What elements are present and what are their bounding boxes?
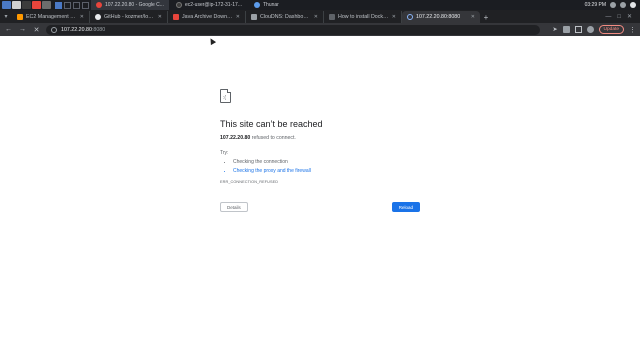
tab-title: EC2 Management Cons (26, 14, 77, 20)
volume-icon[interactable] (620, 2, 626, 8)
tab-title: Java Archive Downloads (182, 14, 233, 20)
tab-cloudns[interactable]: ClouDNS: Dashboard ✕ (246, 11, 324, 23)
close-icon[interactable]: ✕ (314, 14, 318, 20)
error-host: 107.22.20.80 (220, 135, 251, 141)
clock[interactable]: 03:29 PM (585, 2, 606, 8)
tab-strip: ▾ EC2 Management Cons ✕ GitHub - kozmer/… (0, 10, 640, 23)
loading-icon (407, 14, 413, 20)
maximize-icon[interactable]: □ (617, 14, 621, 20)
aws-icon (17, 14, 23, 20)
browser-icon[interactable] (32, 1, 41, 9)
error-code: ERR_CONNECTION_REFUSED (220, 180, 279, 184)
sad-document-icon: :( (220, 89, 231, 103)
close-window-icon[interactable]: ✕ (627, 13, 632, 20)
workspace-switcher[interactable] (55, 1, 89, 9)
taskbar-task-terminal[interactable]: ec2-user@ip-172-31-17... (171, 0, 247, 10)
github-icon (95, 14, 101, 20)
close-icon[interactable]: ✕ (80, 14, 84, 20)
system-tray: 03:29 PM (585, 2, 640, 8)
close-icon[interactable]: ✕ (471, 14, 475, 20)
folder-icon (254, 2, 260, 8)
window-controls: — □ ✕ (492, 10, 640, 23)
browser-toolbar: ← → ✕ 107.22.20.80:8080 ➤ Update ⋮ (0, 23, 640, 36)
task-label: ec2-user@ip-172-31-17... (184, 2, 242, 8)
taskbar-task-thunar[interactable]: Thunar (249, 0, 284, 10)
tab-github[interactable]: GitHub - kozmer/log4j-s ✕ (90, 11, 168, 23)
sidebar-icon[interactable] (574, 26, 582, 33)
oracle-icon (173, 14, 179, 20)
workspace-2[interactable] (64, 1, 71, 9)
error-panel: :( This site can’t be reached 107.22.20.… (220, 89, 420, 212)
tab-title: How to install Docker on A (338, 14, 389, 20)
terminal-icon[interactable] (22, 1, 31, 9)
share-icon[interactable]: ➤ (553, 26, 558, 33)
url-port: :8080 (91, 26, 106, 33)
network-icon[interactable] (610, 2, 616, 8)
settings-icon[interactable] (42, 1, 51, 9)
error-title: This site can’t be reached (220, 119, 323, 129)
details-button[interactable]: Details (220, 202, 248, 212)
toolbar-right: ➤ Update ⋮ (553, 25, 636, 34)
tab-java[interactable]: Java Archive Downloads ✕ (168, 11, 246, 23)
forward-button[interactable]: → (18, 26, 27, 33)
update-button[interactable]: Update (598, 25, 624, 34)
close-icon[interactable]: ✕ (392, 14, 396, 20)
tab-title: ClouDNS: Dashboard (260, 14, 311, 20)
back-button[interactable]: ← (4, 26, 13, 33)
taskbar-task-chrome[interactable]: 107.22.20.80 - Google C... (91, 0, 169, 10)
file-manager-icon[interactable] (12, 1, 21, 9)
reload-button[interactable]: Reload (391, 202, 420, 212)
notification-icon[interactable] (630, 2, 636, 8)
workspace-3[interactable] (73, 1, 80, 9)
tab-search-icon[interactable]: ▾ (0, 10, 12, 23)
tab-title: 107.22.20.80:8080 (416, 14, 461, 20)
error-actions: Details Reload (220, 202, 420, 212)
new-tab-button[interactable]: + (480, 11, 492, 23)
extensions-icon[interactable] (562, 26, 570, 33)
suggestion-link-proxy-firewall[interactable]: Checking the proxy and the firewall (233, 168, 420, 174)
chrome-icon (96, 2, 102, 8)
workspace-4[interactable] (82, 1, 89, 9)
error-message-text: refused to connect. (250, 135, 296, 141)
url-host: 107.22.20.80 (61, 26, 92, 33)
address-bar[interactable]: 107.22.20.80:8080 (46, 24, 540, 35)
workspace-1[interactable] (55, 1, 62, 9)
launcher-group (0, 1, 51, 9)
suggestion-list: Checking the connection Checking the pro… (220, 159, 420, 174)
close-icon[interactable]: ✕ (158, 14, 162, 20)
task-label: Thunar (263, 2, 279, 8)
task-label: 107.22.20.80 - Google C... (105, 2, 164, 8)
try-label: Try: (220, 150, 229, 156)
terminal-icon (175, 2, 182, 8)
menu-icon[interactable]: ⋮ (629, 26, 636, 34)
stop-button[interactable]: ✕ (32, 26, 41, 34)
tab-title: GitHub - kozmer/log4j-s (104, 14, 155, 20)
minimize-icon[interactable]: — (605, 14, 611, 20)
tab-ec2[interactable]: EC2 Management Cons ✕ (12, 11, 90, 23)
info-icon[interactable] (51, 26, 57, 33)
app-menu-icon[interactable] (2, 1, 11, 9)
avatar[interactable] (586, 26, 594, 33)
suggestion-item: Checking the connection (233, 159, 420, 165)
page-content: :( This site can’t be reached 107.22.20.… (0, 36, 640, 360)
os-taskbar: 107.22.20.80 - Google C... ec2-user@ip-1… (0, 0, 640, 10)
tab-docker[interactable]: How to install Docker on A ✕ (324, 11, 402, 23)
cloudns-icon (251, 14, 257, 20)
error-message: 107.22.20.80 refused to connect. (220, 135, 420, 141)
close-icon[interactable]: ✕ (236, 14, 240, 20)
tab-active-site[interactable]: 107.22.20.80:8080 ✕ (402, 11, 480, 23)
page-icon (329, 14, 335, 20)
